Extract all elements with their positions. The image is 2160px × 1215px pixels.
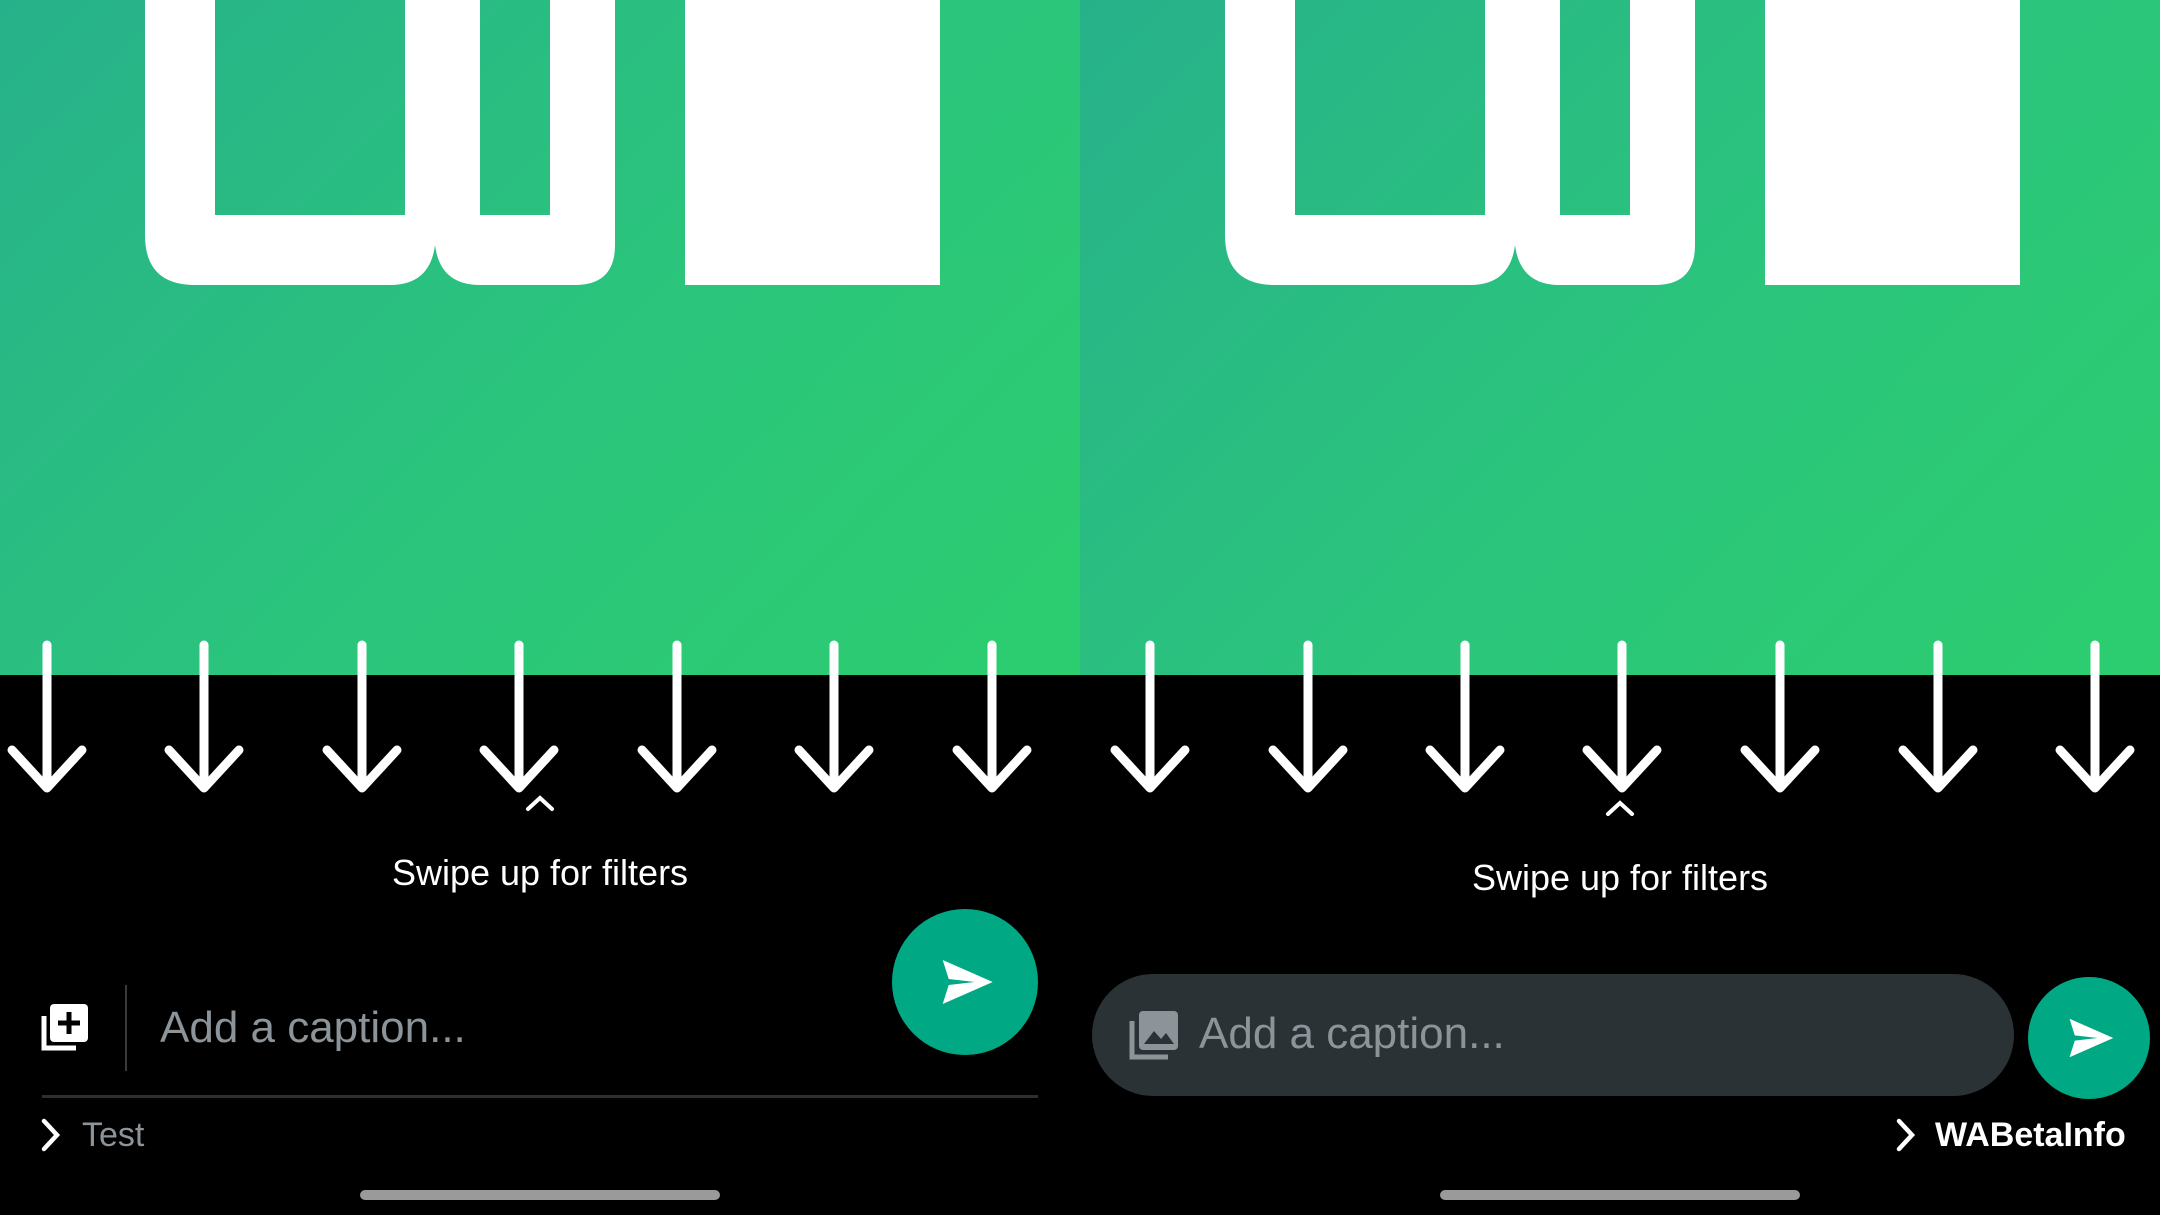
chevron-up-icon: [1606, 800, 1634, 816]
caption-divider: [125, 985, 127, 1071]
send-button[interactable]: [2028, 977, 2150, 1099]
send-icon: [942, 960, 993, 1004]
chevron-right-icon: [41, 1118, 61, 1152]
wbi-logo: [1225, 0, 2020, 285]
caption-input[interactable]: Add a caption...: [160, 1003, 466, 1053]
media-preview: [1080, 0, 2160, 675]
home-indicator[interactable]: [1440, 1190, 1800, 1200]
left-screen: Swipe up for filters Add a caption... Te…: [0, 0, 1080, 1215]
send-icon: [2069, 1018, 2114, 1058]
gallery-icon[interactable]: [1126, 1007, 1182, 1063]
down-arrows-decoration: [1110, 640, 2135, 793]
caption-input[interactable]: Add a caption...: [1199, 1009, 1505, 1059]
media-preview: [0, 0, 1080, 675]
add-media-button[interactable]: [36, 1000, 92, 1056]
chevron-up-icon: [526, 795, 554, 811]
recipient-name: Test: [82, 1116, 145, 1154]
recipient-name: WABetaInfo: [1935, 1116, 2126, 1154]
send-button[interactable]: [892, 909, 1038, 1055]
add-media-icon: [41, 1004, 88, 1051]
caption-pill[interactable]: Add a caption...: [1092, 974, 2014, 1096]
filter-hint: Swipe up for filters: [1471, 857, 1769, 898]
right-screen: Swipe up for filters Add a caption... WA…: [1080, 0, 2160, 1215]
wbi-logo: [145, 0, 940, 285]
home-indicator[interactable]: [360, 1190, 720, 1200]
recipient-row[interactable]: WABetaInfo: [1895, 1116, 2135, 1158]
down-arrows-decoration: [7, 640, 1032, 793]
filter-hint: Swipe up for filters: [391, 852, 689, 893]
chevron-right-icon: [1896, 1118, 1916, 1152]
caption-underline: [42, 1095, 1038, 1098]
